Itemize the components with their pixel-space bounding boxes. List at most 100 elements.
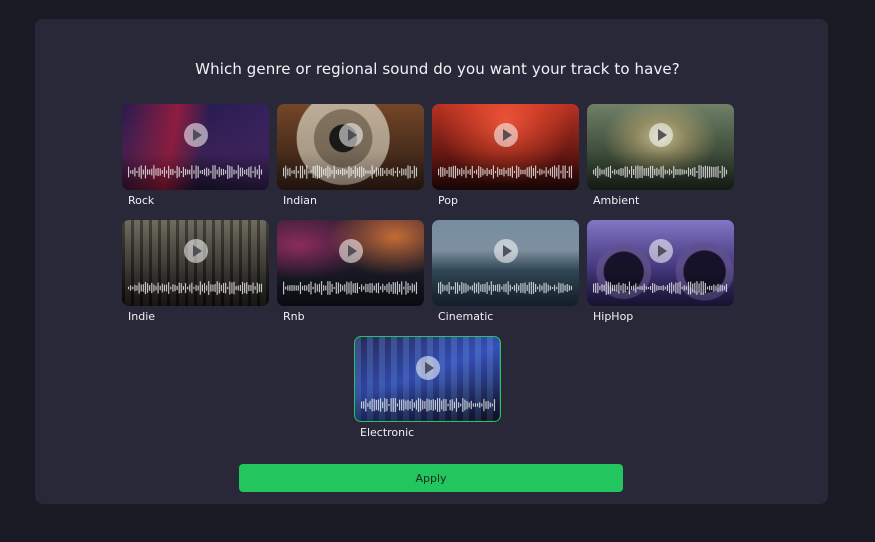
- genre-thumbnail[interactable]: [432, 104, 579, 190]
- waveform-bar: [626, 166, 628, 178]
- waveform-bar: [643, 168, 645, 176]
- waveform-bar: [409, 166, 411, 178]
- play-icon[interactable]: [183, 239, 208, 263]
- waveform-bar: [461, 281, 463, 295]
- waveform-bar: [479, 402, 481, 408]
- waveform-bar: [570, 165, 573, 179]
- waveform-bar: [358, 166, 361, 178]
- waveform-bar: [377, 168, 380, 176]
- waveform-bar: [704, 283, 706, 293]
- waveform-bar: [444, 285, 446, 291]
- waveform-bar: [350, 281, 352, 295]
- waveform-bar: [380, 167, 382, 177]
- play-icon[interactable]: [648, 239, 673, 263]
- genre-thumbnail[interactable]: [432, 220, 579, 306]
- waveform-bar: [677, 169, 679, 175]
- genre-card-hiphop[interactable]: HipHop: [587, 220, 734, 323]
- waveform-bar: [616, 170, 618, 174]
- play-icon[interactable]: [493, 123, 518, 147]
- waveform-bar: [299, 165, 302, 179]
- genre-thumbnail[interactable]: [587, 220, 734, 306]
- play-icon[interactable]: [183, 123, 208, 147]
- waveform-bar: [456, 282, 459, 294]
- genre-card-indian[interactable]: Indian: [277, 104, 424, 207]
- waveform-bar: [660, 286, 662, 290]
- waveform-bar: [316, 165, 318, 179]
- waveform-bar: [486, 281, 488, 295]
- waveform-bar: [371, 398, 373, 412]
- play-icon[interactable]: [493, 239, 518, 263]
- waveform-bar: [497, 167, 499, 177]
- waveform-bar: [218, 282, 220, 294]
- waveform-bar: [331, 283, 333, 293]
- waveform-bar: [329, 167, 331, 177]
- genre-card-cinematic[interactable]: Cinematic: [432, 220, 579, 323]
- waveform-bar: [455, 398, 458, 412]
- waveform-bar: [310, 281, 312, 295]
- waveform-bar: [134, 167, 136, 177]
- genre-card-indie[interactable]: Indie: [122, 220, 269, 323]
- waveform-bar: [285, 286, 287, 290]
- waveform-bar: [551, 166, 554, 178]
- waveform-bar: [656, 167, 658, 177]
- waveform-bar: [367, 403, 369, 407]
- waveform-bar: [365, 170, 367, 174]
- waveform-bar: [155, 285, 157, 291]
- play-icon[interactable]: [338, 239, 363, 263]
- waveform-bar: [652, 165, 654, 179]
- waveform-bar: [647, 287, 649, 289]
- waveform-bar: [516, 165, 518, 179]
- waveform-bar: [603, 169, 605, 175]
- waveform-bar: [413, 165, 415, 179]
- waveform-bar: [448, 166, 450, 178]
- play-icon[interactable]: [648, 123, 673, 147]
- waveform-bar: [660, 166, 662, 178]
- genre-card-rnb[interactable]: Rnb: [277, 220, 424, 323]
- genre-card-ambient[interactable]: Ambient: [587, 104, 734, 207]
- waveform-bar: [611, 284, 614, 292]
- genre-thumbnail[interactable]: [122, 104, 269, 190]
- waveform-bar: [725, 284, 728, 292]
- waveform-bar: [692, 167, 694, 177]
- waveform-bar: [252, 170, 254, 174]
- waveform-bar: [356, 282, 358, 294]
- genre-card-electronic[interactable]: Electronic: [354, 336, 501, 439]
- page-title: Which genre or regional sound do you wan…: [195, 60, 680, 78]
- genre-thumbnail[interactable]: [277, 220, 424, 306]
- waveform-bar: [365, 283, 367, 293]
- genre-thumbnail[interactable]: [354, 336, 501, 422]
- waveform-bar: [503, 284, 505, 292]
- waveform-bar: [551, 287, 554, 289]
- genre-thumbnail[interactable]: [587, 104, 734, 190]
- genre-thumbnail[interactable]: [277, 104, 424, 190]
- waveform-bar: [698, 283, 700, 293]
- play-icon[interactable]: [415, 356, 440, 380]
- waveform-bar: [511, 166, 513, 178]
- waveform-bar: [499, 284, 501, 292]
- genre-card-pop[interactable]: Pop: [432, 104, 579, 207]
- waveform-bar: [624, 166, 626, 178]
- waveform-bar: [507, 281, 509, 295]
- genre-thumbnail[interactable]: [122, 220, 269, 306]
- waveform-bar: [165, 284, 168, 292]
- waveform-bar: [295, 285, 297, 291]
- waveform-bar: [165, 170, 168, 174]
- waveform-bar: [130, 285, 132, 291]
- waveform-bar: [193, 170, 195, 174]
- waveform-bar: [388, 170, 390, 174]
- waveform-bar: [626, 286, 628, 290]
- waveform-bar: [208, 168, 210, 176]
- waveform-bar: [671, 170, 673, 174]
- waveform-bar: [442, 284, 444, 292]
- waveform-bar: [325, 167, 327, 177]
- waveform-bar: [184, 168, 187, 176]
- waveform-bar: [532, 167, 535, 177]
- waveform-bar: [214, 165, 216, 179]
- waveform-bar: [451, 399, 453, 411]
- play-icon[interactable]: [338, 123, 363, 147]
- genre-card-rock[interactable]: Rock: [122, 104, 269, 207]
- waveform-bar: [428, 399, 430, 411]
- waveform-bar: [386, 398, 388, 412]
- apply-button[interactable]: Apply: [239, 464, 623, 492]
- waveform-bar: [483, 398, 485, 412]
